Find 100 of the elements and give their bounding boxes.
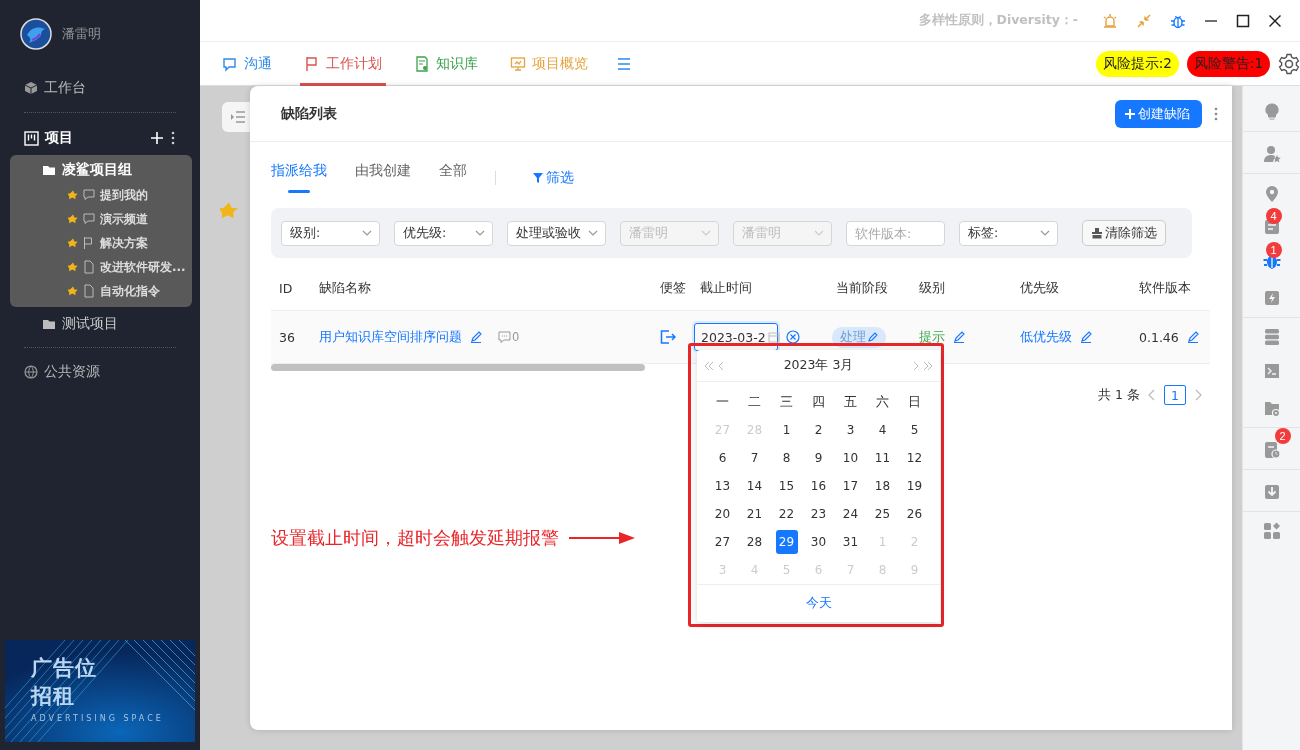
menu-icon[interactable]: [616, 55, 632, 72]
day-cell[interactable]: 3: [839, 418, 862, 442]
maximize-icon[interactable]: [1236, 13, 1250, 28]
day-cell[interactable]: 28: [743, 530, 766, 554]
tab[interactable]: 沟通: [218, 41, 276, 86]
edit-icon[interactable]: [1080, 331, 1092, 343]
create-button[interactable]: 创建缺陷: [1115, 99, 1202, 128]
previous-icon[interactable]: [1148, 389, 1156, 401]
day-cell[interactable]: 6: [711, 446, 734, 470]
day-cell[interactable]: 15: [775, 474, 798, 498]
chat-icon: [222, 55, 238, 72]
apps-icon[interactable]: [1261, 521, 1282, 541]
day-cell[interactable]: 1: [775, 418, 798, 442]
risk-badge[interactable]: 风险警告:1: [1186, 50, 1270, 77]
day-cell[interactable]: 16: [807, 474, 830, 498]
page-button[interactable]: 1: [1164, 385, 1186, 405]
day-cell[interactable]: 2: [807, 418, 830, 442]
more-icon[interactable]: [170, 131, 176, 145]
day-cell[interactable]: 10: [839, 446, 862, 470]
day-cell[interactable]: 23: [807, 502, 830, 526]
column-header: 软件版本: [1138, 279, 1192, 297]
day-cell[interactable]: 5: [903, 418, 926, 442]
column-header: 缺陷名称: [318, 279, 372, 297]
day-cell[interactable]: 18: [871, 474, 894, 498]
previous-year-icon[interactable]: [703, 359, 715, 372]
day-cell[interactable]: 31: [839, 530, 862, 554]
tree-item[interactable]: 改进软件研发...: [10, 255, 192, 279]
document-icon: [82, 260, 96, 274]
next-icon[interactable]: [1194, 389, 1202, 401]
day-cell[interactable]: 13: [711, 474, 734, 498]
day-cell[interactable]: 22: [775, 502, 798, 526]
flag-icon: [304, 55, 320, 72]
select-field[interactable]: 处理或验收: [507, 220, 606, 246]
column-header: 优先级: [1019, 279, 1060, 297]
day-cell[interactable]: 19: [903, 474, 926, 498]
day-cell[interactable]: 25: [871, 502, 894, 526]
day-cell[interactable]: 8: [775, 446, 798, 470]
day-cell[interactable]: 11: [871, 446, 894, 470]
clear-filter-button[interactable]: 清除筛选: [1082, 220, 1166, 246]
tab[interactable]: 由我创建: [355, 162, 411, 208]
scrollbar[interactable]: [271, 364, 645, 371]
clear-icon[interactable]: [786, 330, 800, 344]
tree-item[interactable]: 提到我的: [10, 183, 192, 207]
day-cell[interactable]: 30: [807, 530, 830, 554]
edit-icon[interactable]: [470, 331, 482, 343]
export-icon[interactable]: [660, 330, 676, 344]
day-cell[interactable]: 4: [871, 418, 894, 442]
day-cell[interactable]: 29: [775, 530, 798, 554]
day-cell[interactable]: 27: [711, 530, 734, 554]
user-star-icon[interactable]: [1261, 143, 1282, 164]
document-icon: [414, 55, 430, 72]
tab[interactable]: 指派给我: [271, 162, 327, 208]
star-icon: [220, 202, 238, 220]
document-icon: [82, 284, 96, 298]
board-icon: [24, 130, 39, 146]
sidebar-item[interactable]: 公共资源: [0, 356, 200, 388]
tree-item[interactable]: 解决方案: [10, 231, 192, 255]
day-cell[interactable]: 7: [743, 446, 766, 470]
previous-month-icon[interactable]: [717, 359, 725, 372]
day-cell[interactable]: 20: [711, 502, 734, 526]
next-year-icon[interactable]: [922, 359, 934, 372]
today-button[interactable]: 今天: [799, 594, 838, 613]
ad-headline: 广告位: [31, 655, 98, 682]
table-cell: 提示: [919, 328, 945, 346]
edit-icon[interactable]: [953, 331, 965, 343]
comment-icon: [498, 331, 511, 343]
defect-link[interactable]: 用户知识库空间排序问题: [319, 328, 462, 346]
date-field[interactable]: 2023-03-2: [694, 323, 778, 351]
day-cell[interactable]: 14: [743, 474, 766, 498]
tree-item[interactable]: 演示频道: [10, 207, 192, 231]
select-field[interactable]: 级别:: [281, 220, 380, 246]
tree-item[interactable]: 自动化指令: [10, 279, 192, 303]
select-field[interactable]: 优先级:: [394, 220, 493, 246]
filter-icon: [532, 172, 544, 184]
globe-icon: [24, 365, 38, 379]
day-cell[interactable]: 12: [903, 446, 926, 470]
close-icon[interactable]: [1268, 13, 1282, 28]
day-cell[interactable]: 9: [807, 446, 830, 470]
day-cell[interactable]: 24: [839, 502, 862, 526]
tree-item[interactable]: 测试项目: [0, 309, 200, 339]
weekday-label: 日: [907, 392, 922, 411]
day-cell[interactable]: 26: [903, 502, 926, 526]
tab[interactable]: 全部: [439, 162, 467, 208]
column-header: 便签: [659, 279, 687, 297]
edit-icon[interactable]: [1186, 331, 1199, 343]
column-header: 级别: [918, 279, 946, 297]
sidebar-item[interactable]: 工作台: [0, 72, 200, 104]
alarm-icon[interactable]: [1102, 12, 1118, 29]
filter-link[interactable]: 筛选: [532, 169, 574, 187]
tree-item[interactable]: 凌鲨项目组: [10, 157, 192, 183]
risk-badge[interactable]: 风险提示:2: [1095, 50, 1179, 77]
day-cell[interactable]: 17: [839, 474, 862, 498]
add-icon[interactable]: [150, 131, 164, 145]
next-month-icon[interactable]: [912, 359, 920, 372]
annotation-text: 设置截止时间，超时会触发延期报警: [271, 526, 559, 550]
select-field[interactable]: 标签:: [959, 220, 1058, 246]
collapse-icon[interactable]: [1136, 12, 1152, 29]
settings-icon[interactable]: [1278, 52, 1300, 75]
day-cell[interactable]: 21: [743, 502, 766, 526]
input-field[interactable]: 软件版本:: [846, 220, 945, 246]
